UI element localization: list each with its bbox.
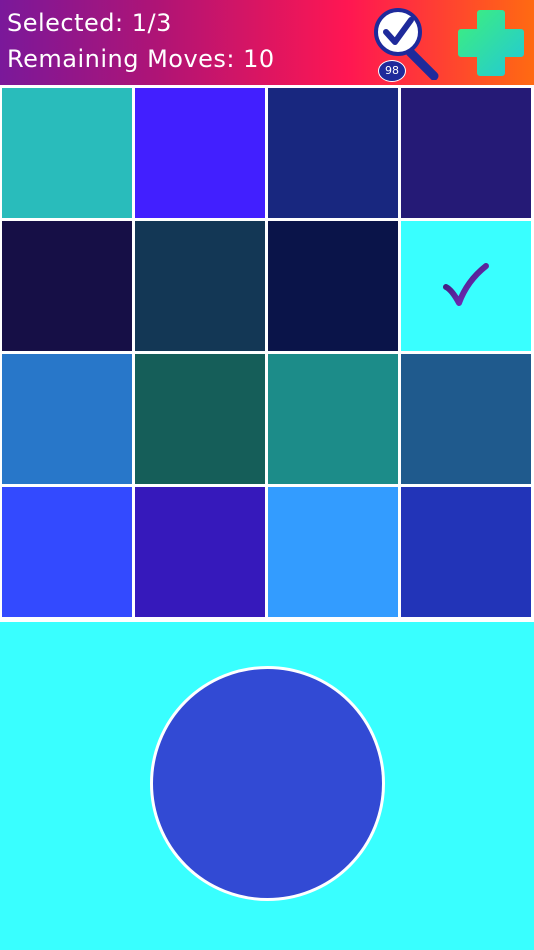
plus-icon [458, 10, 524, 76]
target-area [0, 622, 534, 950]
color-tile[interactable] [401, 88, 531, 218]
color-tile[interactable] [268, 354, 398, 484]
color-tile[interactable] [2, 88, 132, 218]
color-tile[interactable] [135, 487, 265, 617]
selected-counter: Selected: 1/3 [7, 9, 172, 37]
remaining-moves-counter: Remaining Moves: 10 [7, 45, 275, 73]
color-tile[interactable] [268, 221, 398, 351]
top-bar: Selected: 1/3 Remaining Moves: 10 98 [0, 0, 534, 85]
add-moves-button[interactable] [454, 6, 528, 84]
color-tile[interactable] [268, 487, 398, 617]
color-tile[interactable] [2, 221, 132, 351]
hint-button[interactable]: 98 [372, 8, 440, 82]
checkmark-icon [443, 263, 489, 306]
color-tile[interactable] [135, 354, 265, 484]
color-tile[interactable] [268, 88, 398, 218]
color-tile[interactable] [401, 221, 531, 351]
color-tile[interactable] [135, 88, 265, 218]
target-color-circle[interactable] [150, 666, 385, 901]
color-tile[interactable] [2, 487, 132, 617]
color-tile[interactable] [2, 354, 132, 484]
color-tile[interactable] [135, 221, 265, 351]
color-tile[interactable] [401, 487, 531, 617]
color-grid [0, 86, 534, 622]
hint-count-badge: 98 [378, 60, 406, 82]
color-tile[interactable] [401, 354, 531, 484]
